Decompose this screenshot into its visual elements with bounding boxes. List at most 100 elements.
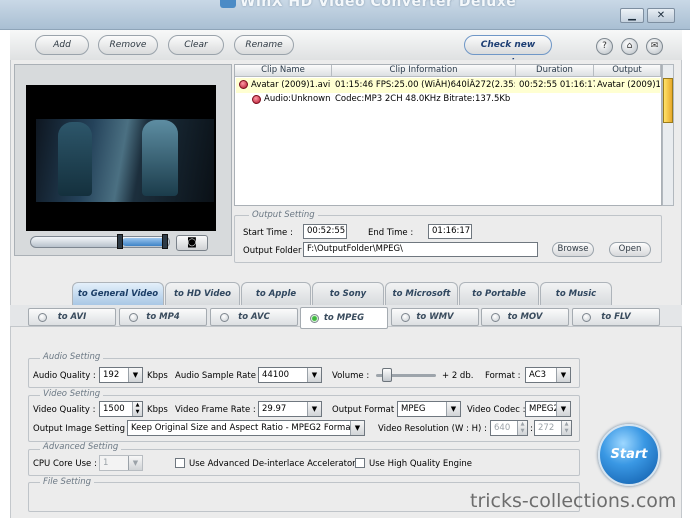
- check-new-version-button[interactable]: Check new version: [464, 35, 552, 68]
- clip-name: Avatar (2009)1.avi: [251, 80, 331, 90]
- subtab-flv-label: to FLV: [601, 312, 631, 322]
- clear-button[interactable]: Clear: [168, 35, 224, 55]
- chevron-down-icon: ▼: [350, 421, 364, 435]
- high-quality-engine-checkbox[interactable]: [355, 458, 365, 468]
- chevron-down-icon: ▼: [556, 368, 570, 382]
- audio-format-dropdown[interactable]: AC3 ▼: [525, 367, 571, 383]
- deinterlace-label: Use Advanced De-interlace Accelerator: [189, 459, 356, 469]
- open-button[interactable]: Open: [609, 242, 651, 257]
- preview-seek-range: [122, 238, 166, 246]
- subtab-mpeg-label: to MPEG: [323, 313, 365, 323]
- rename-button[interactable]: Rename: [234, 35, 294, 55]
- video-height-value: 272: [538, 423, 555, 433]
- audio-quality-value: 192: [103, 370, 120, 380]
- cpu-core-use-label: CPU Core Use :: [33, 459, 97, 469]
- remove-button[interactable]: Remove: [98, 35, 158, 55]
- tab-hd-video[interactable]: to HD Video: [165, 282, 240, 305]
- audio-icon: [252, 95, 261, 104]
- subtab-mpeg[interactable]: to MPEG: [300, 307, 388, 329]
- clip-info: 01:15:46 FPS:25.00 (WiÂH)640ÍÂ272(2.35:1…: [335, 80, 515, 90]
- clip-icon: [239, 80, 248, 89]
- browse-button[interactable]: Browse: [552, 242, 594, 257]
- tab-general-video[interactable]: to General Video: [72, 282, 164, 305]
- seek-start-handle[interactable]: [117, 234, 123, 249]
- audio-track-name: Audio:Unknown: [264, 94, 331, 104]
- end-time-label: End Time :: [368, 228, 414, 238]
- tab-microsoft[interactable]: to Microsoft: [385, 282, 458, 305]
- preview-figure-left: [58, 122, 92, 196]
- advanced-setting-legend: Advanced Setting: [40, 442, 122, 452]
- stepper-arrows-icon[interactable]: ▲ ▼: [132, 402, 142, 416]
- audio-sample-rate-value: 44100: [262, 370, 290, 380]
- video-width-stepper[interactable]: 640 ▲ ▼: [490, 420, 528, 436]
- stepper-arrows-icon[interactable]: ▲ ▼: [517, 421, 527, 435]
- video-quality-stepper[interactable]: 1500 ▲ ▼: [99, 401, 143, 417]
- audio-sample-rate-dropdown[interactable]: 44100 ▼: [258, 367, 322, 383]
- video-quality-label: Video Quality :: [33, 405, 96, 415]
- add-button[interactable]: Add: [35, 35, 89, 55]
- app-logo-icon: [220, 0, 236, 8]
- deinterlace-checkbox[interactable]: [175, 458, 185, 468]
- chevron-down-icon: ▼: [128, 456, 142, 470]
- video-height-stepper[interactable]: 272 ▲ ▼: [534, 420, 572, 436]
- subtab-mp4-label: to MP4: [146, 312, 180, 322]
- video-frame-rate-label: Video Frame Rate :: [175, 405, 256, 415]
- tab-apple[interactable]: to Apple: [241, 282, 311, 305]
- chevron-down-icon: ▼: [446, 402, 460, 416]
- tab-music[interactable]: to Music: [540, 282, 612, 305]
- resolution-separator: :: [530, 424, 533, 434]
- audio-quality-dropdown[interactable]: 192 ▼: [99, 367, 143, 383]
- subtab-avi[interactable]: to AVI: [28, 308, 116, 326]
- scrollbar-thumb[interactable]: [663, 78, 673, 123]
- output-image-setting-dropdown[interactable]: Keep Original Size and Aspect Ratio - MP…: [127, 420, 365, 436]
- subtab-mp4[interactable]: to MP4: [119, 308, 207, 326]
- video-width-value: 640: [494, 423, 511, 433]
- column-header-clip-name[interactable]: Clip Name: [235, 65, 332, 77]
- volume-slider-thumb[interactable]: [382, 368, 392, 382]
- subtab-mov[interactable]: to MOV: [481, 308, 569, 326]
- minimize-button[interactable]: ▁: [620, 8, 644, 23]
- volume-label: Volume :: [332, 371, 370, 381]
- column-header-clip-information[interactable]: Clip Information: [332, 65, 516, 77]
- start-time-field[interactable]: 00:52:55: [303, 224, 347, 239]
- watermark-text: tricks-collections.com: [470, 490, 677, 512]
- snapshot-button[interactable]: ◙: [176, 235, 208, 251]
- cpu-core-use-dropdown[interactable]: 1 ▼: [99, 455, 143, 471]
- video-frame-rate-dropdown[interactable]: 29.97 ▼: [258, 401, 322, 417]
- clip-duration: 00:52:55 01:16:17: [519, 80, 595, 90]
- help-icon[interactable]: ?: [596, 38, 613, 55]
- subtab-avc[interactable]: to AVC: [210, 308, 298, 326]
- video-codec-dropdown[interactable]: MPEG2 ▼: [525, 401, 571, 417]
- column-header-output[interactable]: Output: [594, 65, 661, 77]
- output-format-dropdown[interactable]: MPEG ▼: [397, 401, 461, 417]
- tab-portable[interactable]: to Portable: [459, 282, 539, 305]
- audio-track-info: Codec:MP3 2CH 48.0KHz Bitrate:137.5Kb: [335, 94, 511, 104]
- subtab-wmv[interactable]: to WMV: [391, 308, 479, 326]
- start-button[interactable]: Start: [598, 424, 660, 486]
- output-image-setting-label: Output Image Setting :: [33, 424, 131, 434]
- end-time-field[interactable]: 01:16:17: [428, 224, 472, 239]
- video-codec-label: Video Codec :: [467, 405, 526, 415]
- file-setting-legend: File Setting: [40, 477, 94, 487]
- output-format-value: MPEG: [401, 404, 426, 414]
- column-header-duration[interactable]: Duration: [516, 65, 594, 77]
- mail-icon[interactable]: ✉: [646, 38, 663, 55]
- output-folder-field[interactable]: F:\OutputFolder\MPEG\: [303, 242, 538, 257]
- video-resolution-label: Video Resolution (W : H) :: [378, 424, 487, 434]
- video-quality-unit: Kbps: [147, 405, 168, 415]
- chevron-down-icon: ▼: [128, 368, 142, 382]
- output-image-setting-value: Keep Original Size and Aspect Ratio - MP…: [131, 423, 354, 433]
- subtab-wmv-label: to WMV: [416, 312, 454, 322]
- cpu-core-use-value: 1: [103, 458, 109, 468]
- subtab-flv[interactable]: to FLV: [572, 308, 660, 326]
- home-icon[interactable]: ⌂: [621, 38, 638, 55]
- close-button[interactable]: ✕: [647, 8, 675, 23]
- seek-end-handle[interactable]: [162, 234, 168, 249]
- output-setting-legend: Output Setting: [249, 210, 318, 220]
- audio-setting-legend: Audio Setting: [40, 352, 104, 362]
- tab-sony[interactable]: to Sony: [312, 282, 384, 305]
- video-quality-value: 1500: [103, 404, 125, 414]
- video-frame-rate-value: 29.97: [262, 404, 287, 414]
- stepper-arrows-icon[interactable]: ▲ ▼: [561, 421, 571, 435]
- clip-output: Avatar (2009)1: [597, 80, 660, 90]
